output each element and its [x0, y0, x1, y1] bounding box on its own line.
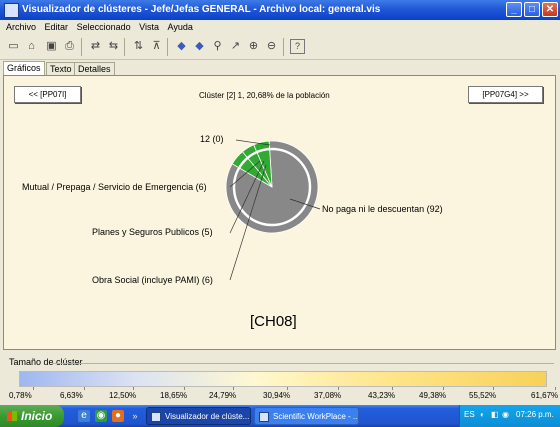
arrow-left-icon[interactable]: ◆ — [174, 39, 189, 54]
legend-tick-label: 43,23% — [368, 391, 396, 400]
legend-tick-label: 18,65% — [160, 391, 188, 400]
chart-panel: << [PP07I] [PP07G4] >> Clúster [2] 1, 20… — [3, 75, 556, 350]
legend-tick-label: 49,38% — [419, 391, 447, 400]
tab-strip: Gráficos Texto Detalles — [0, 61, 560, 75]
task-visualizador[interactable]: Visualizador de clúste... — [146, 407, 251, 425]
windows-flag-icon — [7, 411, 17, 421]
media-icon[interactable]: ◉ — [95, 410, 107, 422]
swap-back-icon[interactable]: ⇆ — [106, 39, 121, 54]
toolbar-separator — [167, 38, 168, 56]
legend-tick-mark — [184, 387, 185, 390]
chart-icon[interactable]: ↗ — [228, 39, 243, 54]
legend-tick-label: 6,63% — [60, 391, 83, 400]
start-button[interactable]: Inicio — [0, 405, 64, 427]
menu-ayuda[interactable]: Ayuda — [168, 20, 193, 34]
legend-divider — [53, 363, 554, 364]
swap-icon[interactable]: ⇄ — [88, 39, 103, 54]
tab-detalles[interactable]: Detalles — [74, 62, 115, 75]
legend-tick-label: 37,08% — [314, 391, 342, 400]
tray-icon[interactable]: ◉ — [502, 410, 509, 419]
legend-tick-mark — [338, 387, 339, 390]
legend-tick-label: 24,79% — [209, 391, 237, 400]
save-icon[interactable]: ▣ — [44, 39, 59, 54]
sort-icon[interactable]: ⇅ — [131, 39, 146, 54]
filter-icon[interactable]: ⊼ — [149, 39, 164, 54]
legend-title: Tamaño de clúster — [9, 357, 83, 367]
close-button[interactable]: ✕ — [542, 2, 558, 17]
new-icon[interactable]: ▭ — [6, 39, 21, 54]
tray-icon[interactable]: ◐ — [480, 410, 485, 419]
pie-label-12: 12 (0) — [200, 134, 224, 144]
toolbar: ▭ ⌂ ▣ ⎙ ⇄ ⇆ ⇅ ⊼ ◆ ◆ ⚲ ↗ ⊕ ⊖ ? — [0, 35, 560, 60]
arrow-right-icon[interactable]: ◆ — [192, 39, 207, 54]
legend-tick-mark — [84, 387, 85, 390]
legend-tick-mark — [555, 387, 556, 390]
menu-seleccionado[interactable]: Seleccionado — [77, 20, 131, 34]
pie-label-planes-seguros: Planes y Seguros Publicos (5) — [92, 227, 213, 237]
legend-tick-mark — [443, 387, 444, 390]
taskbar: Inicio e ◉ ● » Visualizador de clúste...… — [0, 405, 560, 427]
print-icon[interactable]: ⎙ — [62, 39, 77, 54]
menu-editar[interactable]: Editar — [45, 20, 69, 34]
legend-tick-mark — [233, 387, 234, 390]
legend-tick-label: 30,94% — [263, 391, 291, 400]
pie-chart — [225, 139, 321, 281]
zoom-out-icon[interactable]: ⊖ — [264, 39, 279, 54]
maximize-button[interactable]: □ — [524, 2, 540, 17]
toolbar-separator — [124, 38, 125, 56]
window-title: Visualizador de clústeres - Jefe/Jefas G… — [22, 4, 381, 15]
language-indicator[interactable]: ES — [464, 410, 475, 419]
legend-tick-mark — [392, 387, 393, 390]
ie-icon[interactable]: e — [78, 410, 90, 422]
pie-label-mutual-prepaga: Mutual / Prepaga / Servicio de Emergenci… — [22, 182, 207, 192]
clock: 07:26 p.m. — [516, 410, 554, 419]
legend-tick-label: 0,78% — [9, 391, 32, 400]
menu-vista[interactable]: Vista — [139, 20, 159, 34]
tab-texto[interactable]: Texto — [46, 62, 76, 75]
menu-archivo[interactable]: Archivo — [6, 20, 36, 34]
zoom-in-icon[interactable]: ⊕ — [246, 39, 261, 54]
find-icon[interactable]: ⚲ — [210, 39, 225, 54]
window-icon — [259, 412, 269, 422]
cluster-size-legend: Tamaño de clúster 0,78% 6,63% 12,50% 18,65%… — [3, 354, 559, 406]
legend-tick-mark — [133, 387, 134, 390]
open-icon[interactable]: ⌂ — [24, 39, 39, 54]
legend-tick-label: 55,52% — [469, 391, 497, 400]
legend-tick-mark — [493, 387, 494, 390]
help-icon[interactable]: ? — [290, 39, 305, 54]
more-quicklaunch-icon[interactable]: » — [129, 410, 141, 422]
task-label: Scientific WorkPlace - ... — [273, 412, 359, 421]
start-label: Inicio — [21, 409, 53, 423]
legend-gradient — [19, 371, 547, 387]
menu-bar: Archivo Editar Seleccionado Vista Ayuda — [0, 20, 560, 34]
legend-tick-mark — [287, 387, 288, 390]
variable-code: [CH08] — [250, 313, 297, 330]
tab-graficos[interactable]: Gráficos — [3, 61, 45, 75]
toolbar-separator — [283, 38, 284, 56]
title-bar: Visualizador de clústeres - Jefe/Jefas G… — [0, 0, 560, 20]
minimize-button[interactable]: _ — [506, 2, 522, 17]
app-icon — [4, 3, 19, 18]
toolbar-separator — [81, 38, 82, 56]
task-label: Visualizador de clúste... — [165, 412, 250, 421]
tray-icon[interactable]: ◧ — [491, 410, 499, 419]
firefox-icon[interactable]: ● — [112, 410, 124, 422]
system-tray: ES ◐ ◧ ◉ 07:26 p.m. — [459, 405, 560, 427]
pie-label-obra-social: Obra Social (incluye PAMI) (6) — [92, 275, 213, 285]
pie-label-no-paga: No paga ni le descuentan (92) — [322, 204, 443, 214]
legend-tick-mark — [33, 387, 34, 390]
legend-tick-label: 12,50% — [109, 391, 137, 400]
window-icon — [151, 412, 161, 422]
legend-tick-label: 61,67% — [531, 391, 559, 400]
task-scientific-workplace[interactable]: Scientific WorkPlace - ... — [254, 407, 359, 425]
